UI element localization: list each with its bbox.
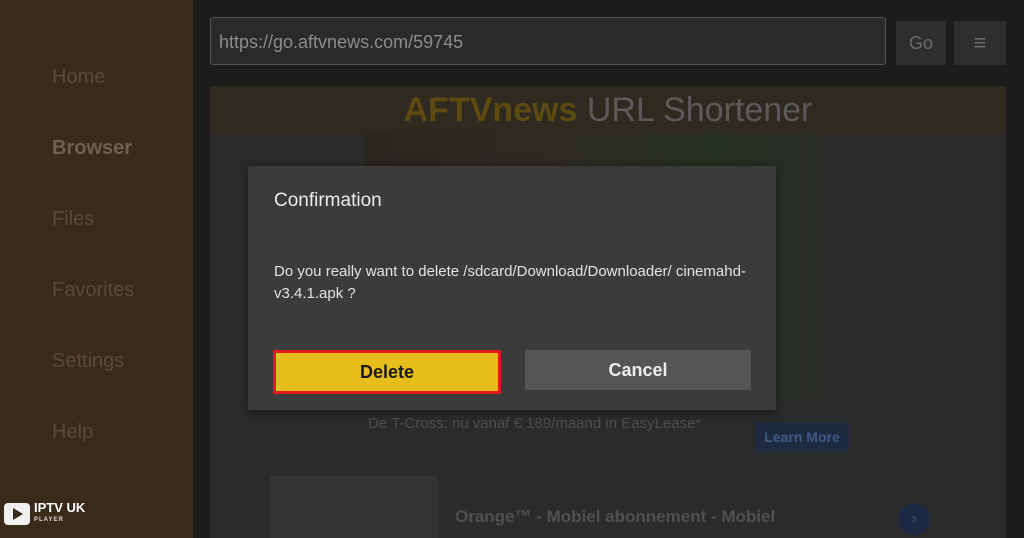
dialog-title: Confirmation [274, 190, 382, 211]
url-input[interactable]: https://go.aftvnews.com/59745 [210, 17, 886, 65]
sidebar-item-help[interactable]: Help [52, 421, 93, 444]
sidebar: Home Browser Files Favorites Settings He… [0, 0, 193, 538]
watermark-logo: IPTV UK PLAYER [4, 500, 86, 526]
learn-more-button[interactable]: Learn More [755, 422, 849, 452]
dialog-message: Do you really want to delete /sdcard/Dow… [274, 263, 746, 302]
play-icon [4, 503, 30, 525]
sidebar-item-files[interactable]: Files [52, 208, 94, 231]
ad2-image [270, 476, 438, 538]
sidebar-item-browser[interactable]: Browser [52, 137, 132, 160]
sidebar-item-home[interactable]: Home [52, 66, 105, 89]
ad-headline: De T-Cross: nu vanaf € 189/maand in Easy… [368, 415, 702, 432]
watermark-name: IPTV UK [34, 500, 86, 515]
menu-icon[interactable]: ≡ [954, 21, 1006, 65]
sidebar-item-favorites[interactable]: Favorites [52, 279, 134, 302]
sidebar-item-settings[interactable]: Settings [52, 350, 124, 373]
delete-button[interactable]: Delete [273, 350, 501, 394]
watermark-sub: PLAYER [34, 517, 64, 523]
chevron-right-icon[interactable]: › [898, 503, 930, 535]
page-header: AFTVnews URL Shortener [210, 86, 1006, 134]
cancel-button[interactable]: Cancel [525, 350, 751, 390]
confirmation-dialog: Confirmation Do you really want to delet… [248, 166, 776, 410]
go-button[interactable]: Go [896, 21, 946, 65]
ad2-headline: Orange™ - Mobiel abonnement - Mobiel [455, 507, 776, 526]
site-brand: AFTVnews [403, 91, 578, 129]
site-title: URL Shortener [577, 91, 813, 129]
